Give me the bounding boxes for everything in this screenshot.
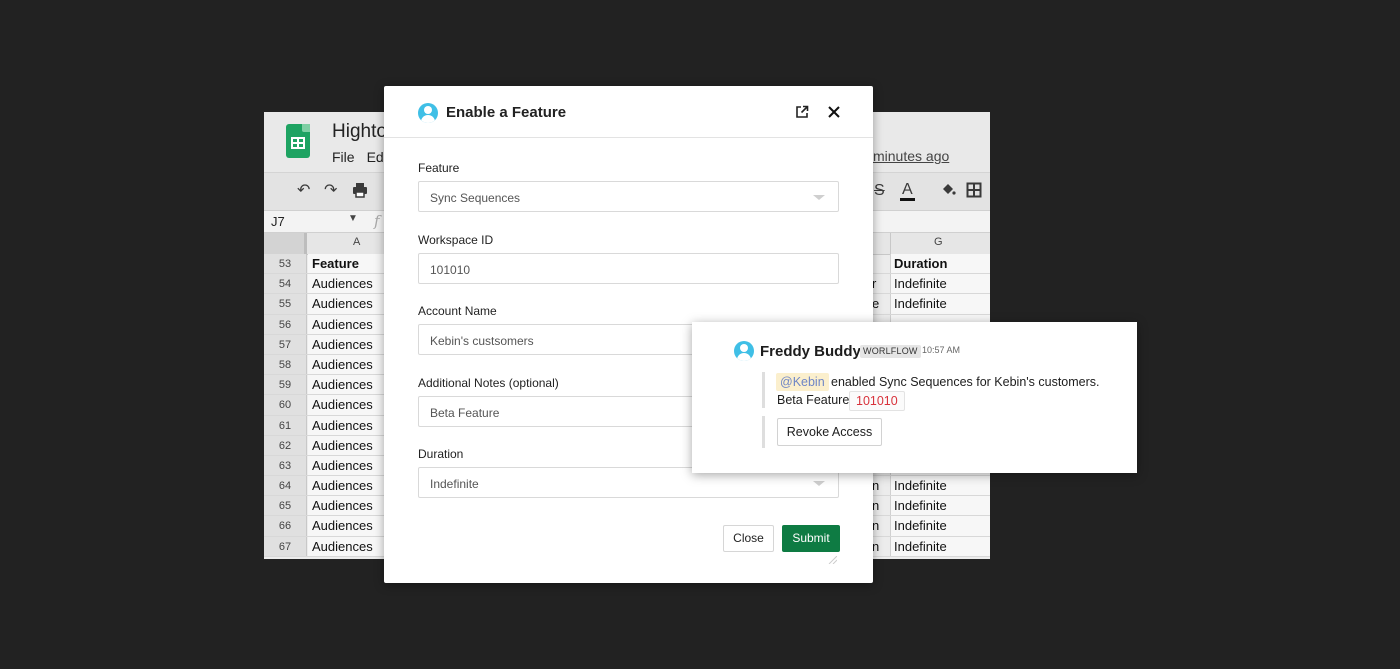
cell-g[interactable]: Indefinite: [894, 498, 947, 513]
quote-bar: [762, 372, 765, 408]
sheet-title[interactable]: Highto: [332, 121, 387, 143]
fill-color-icon[interactable]: [940, 182, 956, 203]
workspace-id-label: Workspace ID: [418, 233, 494, 247]
cell-g[interactable]: Indefinite: [894, 276, 947, 291]
last-edit-link[interactable]: minutes ago: [873, 148, 949, 164]
redo-icon[interactable]: ↷: [324, 182, 337, 200]
row-number[interactable]: 56: [264, 314, 307, 334]
revoke-access-button[interactable]: Revoke Access: [777, 418, 882, 446]
undo-icon[interactable]: ↶: [297, 182, 310, 200]
menu-edit[interactable]: Ed: [367, 149, 384, 165]
duration-select-value: Indefinite: [430, 477, 479, 491]
cell-a[interactable]: Audiences: [312, 316, 373, 332]
chevron-down-icon: [813, 195, 825, 200]
cell-f[interactable]: n: [872, 478, 879, 493]
cell-g[interactable]: Duration: [894, 256, 947, 271]
workspace-id-input[interactable]: 101010: [418, 253, 839, 284]
menu-file[interactable]: File: [332, 149, 355, 165]
account-name-label: Account Name: [418, 304, 497, 318]
row-number[interactable]: 59: [264, 375, 307, 395]
cell-a[interactable]: Audiences: [312, 377, 373, 393]
row-number[interactable]: 62: [264, 435, 307, 455]
chevron-down-icon: [813, 481, 825, 486]
cell-g[interactable]: Indefinite: [894, 478, 947, 493]
row-number[interactable]: 67: [264, 536, 307, 556]
select-all-corner[interactable]: [264, 233, 307, 254]
modal-header: Enable a Feature: [384, 86, 873, 138]
row-number[interactable]: 55: [264, 294, 307, 314]
cell-a[interactable]: Audiences: [312, 296, 373, 312]
user-avatar-icon: [418, 103, 438, 123]
column-header-a[interactable]: A: [353, 236, 360, 248]
row-number[interactable]: 61: [264, 415, 307, 435]
cell-a[interactable]: Audiences: [312, 276, 373, 292]
feature-label: Feature: [418, 161, 460, 175]
cell-g[interactable]: Indefinite: [894, 518, 947, 533]
workspace-id-chip: 101010: [849, 391, 905, 411]
quote-bar: [762, 416, 765, 448]
row-number[interactable]: 58: [264, 354, 307, 375]
row-number[interactable]: 54: [264, 274, 307, 294]
sender-name[interactable]: Freddy Buddy: [760, 343, 861, 360]
cell-f[interactable]: n: [872, 539, 879, 554]
notes-value: Beta Feature: [430, 406, 500, 420]
column-header-g[interactable]: G: [934, 236, 943, 248]
cell-f[interactable]: n: [872, 518, 879, 533]
fx-icon: f: [374, 212, 380, 230]
cell-g[interactable]: Indefinite: [894, 296, 947, 311]
cell-a[interactable]: Audiences: [312, 437, 373, 453]
message-text-line2: Beta Feature: [777, 393, 850, 407]
row-number[interactable]: 63: [264, 455, 307, 476]
workspace-id-value: 101010: [430, 263, 471, 277]
cell-a[interactable]: Audiences: [312, 478, 373, 494]
cell-f[interactable]: e: [872, 296, 879, 311]
message-timestamp[interactable]: 10:57 AM: [922, 345, 960, 355]
close-button[interactable]: Close: [723, 525, 774, 552]
open-external-icon[interactable]: [795, 105, 809, 119]
chat-message-card: Freddy Buddy WORLFLOW 10:57 AM @Kebin en…: [692, 322, 1137, 473]
bot-avatar-icon: [734, 341, 754, 361]
message-text: enabled Sync Sequences for Kebin's custo…: [831, 375, 1100, 389]
feature-select-value: Sync Sequences: [430, 191, 521, 205]
cell-a[interactable]: Audiences: [312, 538, 373, 554]
modal-title: Enable a Feature: [446, 104, 567, 121]
feature-select[interactable]: Sync Sequences: [418, 181, 839, 212]
strikethrough-icon[interactable]: S: [874, 182, 885, 200]
cell-a[interactable]: Audiences: [312, 397, 373, 413]
cell-a[interactable]: Audiences: [312, 457, 373, 473]
notes-label: Additional Notes (optional): [418, 376, 559, 390]
cell-a[interactable]: Audiences: [312, 518, 373, 534]
row-number[interactable]: 64: [264, 476, 307, 496]
name-box[interactable]: J7: [271, 214, 285, 229]
row-number[interactable]: 60: [264, 395, 307, 415]
row-number[interactable]: 66: [264, 516, 307, 536]
account-name-value: Kebin's custsomers: [430, 334, 534, 348]
cell-a[interactable]: Audiences: [312, 417, 373, 433]
submit-button[interactable]: Submit: [782, 525, 840, 552]
cell-f[interactable]: n: [872, 498, 879, 513]
duration-label: Duration: [418, 447, 464, 461]
row-number[interactable]: 65: [264, 496, 307, 516]
cell-a[interactable]: Feature: [312, 256, 359, 271]
workflow-badge: WORLFLOW: [860, 345, 921, 358]
borders-icon[interactable]: [966, 182, 982, 203]
print-icon[interactable]: [352, 182, 368, 203]
google-sheets-logo-icon: [286, 124, 310, 158]
cell-a[interactable]: Audiences: [312, 336, 373, 352]
cell-a[interactable]: Audiences: [312, 498, 373, 514]
cell-g[interactable]: Indefinite: [894, 539, 947, 554]
text-color-icon[interactable]: A: [900, 182, 915, 201]
name-box-dropdown-icon[interactable]: ▼: [348, 213, 358, 224]
resize-grip-icon[interactable]: [827, 556, 837, 564]
cell-a[interactable]: Audiences: [312, 356, 373, 372]
user-mention[interactable]: @Kebin: [776, 373, 829, 391]
close-icon[interactable]: [826, 104, 842, 120]
row-number[interactable]: 53: [264, 254, 307, 274]
row-number[interactable]: 57: [264, 334, 307, 354]
